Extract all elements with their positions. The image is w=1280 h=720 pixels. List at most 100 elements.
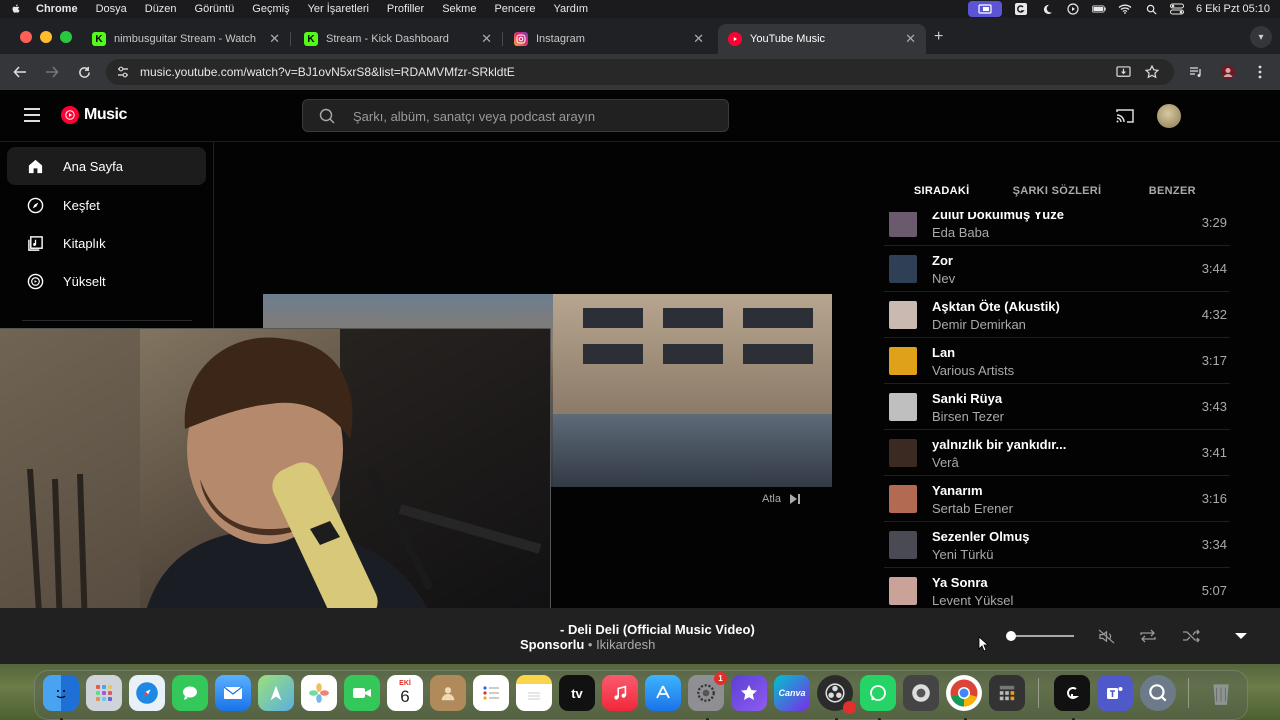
- shuffle-icon[interactable]: [1181, 626, 1201, 646]
- tab-search-chevron-icon[interactable]: ▾: [1250, 26, 1272, 48]
- queue-item-artist[interactable]: Birsen Tezer: [932, 409, 1004, 424]
- menu-goruntu[interactable]: Görüntü: [195, 3, 235, 15]
- back-button[interactable]: [10, 62, 30, 82]
- queue-item-artist[interactable]: Verâ: [932, 455, 959, 470]
- queue-item[interactable]: Yanarım Sertab Erener 3:16: [884, 476, 1230, 522]
- tab-youtube-music[interactable]: YouTube Music ✕: [718, 24, 926, 54]
- calculator-icon[interactable]: [989, 675, 1025, 711]
- new-tab-button[interactable]: +: [934, 28, 943, 46]
- menu-gecmis[interactable]: Geçmiş: [252, 3, 289, 15]
- volume-slider[interactable]: [1006, 631, 1074, 641]
- notes-icon[interactable]: [516, 675, 552, 711]
- queue-item[interactable]: Zor Nev 3:44: [884, 246, 1230, 292]
- tab-nimbusguitar-stream[interactable]: K nimbusguitar Stream - Watch ✕: [82, 24, 290, 54]
- queue-item[interactable]: Ya Sonra Levent Yüksel 5:07: [884, 568, 1230, 608]
- logitech-icon[interactable]: [1054, 675, 1090, 711]
- battery-icon[interactable]: [1092, 3, 1106, 15]
- close-tab-icon[interactable]: ✕: [693, 31, 704, 47]
- photos-icon[interactable]: [301, 675, 337, 711]
- address-bar[interactable]: music.youtube.com/watch?v=BJ1ovN5xrS8&li…: [106, 59, 1174, 85]
- more-menu-icon[interactable]: [1250, 62, 1270, 82]
- profile-avatar-icon[interactable]: [1218, 62, 1238, 82]
- menu-duzen[interactable]: Düzen: [145, 3, 177, 15]
- zoom-window-button[interactable]: [60, 31, 72, 43]
- sidebar-item-yukselt[interactable]: Yükselt: [7, 262, 206, 300]
- menu-yer-isaretleri[interactable]: Yer İşaretleri: [308, 3, 369, 15]
- finder-icon[interactable]: [43, 675, 79, 711]
- queue-item[interactable]: Sezenler Olmuş Yeni Türkü 3:34: [884, 522, 1230, 568]
- moon-icon[interactable]: [1040, 3, 1054, 15]
- sidebar-item-kesfet[interactable]: Keşfet: [7, 186, 206, 224]
- skip-ad-button[interactable]: Atla: [762, 493, 801, 505]
- apple-icon[interactable]: [10, 3, 22, 15]
- control-center-icon[interactable]: [1170, 3, 1184, 15]
- logitech-menubar-icon[interactable]: [1014, 3, 1028, 15]
- queue-item-artist[interactable]: Sertab Erener: [932, 501, 1013, 516]
- facetime-icon[interactable]: [344, 675, 380, 711]
- chrome-icon[interactable]: [946, 675, 982, 711]
- search-icon[interactable]: [319, 108, 335, 124]
- quicktime-icon[interactable]: [1140, 675, 1176, 711]
- menu-profiller[interactable]: Profiller: [387, 3, 424, 15]
- menu-dosya[interactable]: Dosya: [96, 3, 127, 15]
- teams-icon[interactable]: [1097, 675, 1133, 711]
- ytmusic-logo[interactable]: Music: [61, 106, 127, 124]
- forward-button[interactable]: [42, 62, 62, 82]
- queue-item[interactable]: yalnızlık bir yankıdır... Verâ 3:41: [884, 430, 1230, 476]
- minimize-window-button[interactable]: [40, 31, 52, 43]
- menu-app-name[interactable]: Chrome: [36, 3, 78, 15]
- messages-icon[interactable]: [172, 675, 208, 711]
- menu-pencere[interactable]: Pencere: [494, 3, 535, 15]
- repeat-icon[interactable]: [1138, 626, 1158, 646]
- spotlight-search-icon[interactable]: [1144, 3, 1158, 15]
- sidebar-item-kitaplik[interactable]: Kitaplık: [7, 224, 206, 262]
- close-tab-icon[interactable]: ✕: [905, 31, 916, 47]
- search-box[interactable]: [302, 99, 729, 132]
- now-playing-title[interactable]: - Deli Deli (Official Music Video): [560, 622, 755, 637]
- search-input[interactable]: [353, 107, 713, 125]
- close-window-button[interactable]: [20, 31, 32, 43]
- sidebar-item-ana-sayfa[interactable]: Ana Sayfa: [7, 147, 206, 185]
- calendar-icon[interactable]: EKİ 6: [387, 675, 423, 711]
- queue-item-artist[interactable]: Eda Baba: [932, 225, 989, 240]
- queue-item[interactable]: Lan Various Artists 3:17: [884, 338, 1230, 384]
- imovie-icon[interactable]: [731, 675, 767, 711]
- queue-item-artist[interactable]: Nev: [932, 271, 955, 286]
- cast-icon[interactable]: [1115, 107, 1135, 125]
- reload-button[interactable]: [74, 62, 94, 82]
- whatsapp-icon[interactable]: [860, 675, 896, 711]
- app-store-icon[interactable]: [645, 675, 681, 711]
- system-settings-icon[interactable]: 1: [688, 672, 727, 711]
- contacts-icon[interactable]: [430, 675, 466, 711]
- queue-item-artist[interactable]: Demir Demirkan: [932, 317, 1026, 332]
- reminders-icon[interactable]: [473, 675, 509, 711]
- queue-item-artist[interactable]: Levent Yüksel: [932, 593, 1013, 608]
- tab-instagram[interactable]: Instagram ✕: [504, 24, 714, 54]
- apple-tv-icon[interactable]: tv: [559, 675, 595, 711]
- tab-benzer[interactable]: BENZER: [1115, 180, 1230, 210]
- channel-name[interactable]: • Ikikardesh: [588, 637, 655, 652]
- queue-item[interactable]: Aşktan Öte (Akustik) Demir Demirkan 4:32: [884, 292, 1230, 338]
- volume-knob[interactable]: [1006, 631, 1016, 641]
- maps-icon[interactable]: [258, 675, 294, 711]
- safari-icon[interactable]: [129, 675, 165, 711]
- obs-icon[interactable]: [817, 675, 856, 714]
- play-circle-icon[interactable]: [1066, 3, 1080, 15]
- media-controls-icon[interactable]: [1186, 62, 1206, 82]
- expand-player-chevron-icon[interactable]: [1231, 626, 1251, 646]
- mail-icon[interactable]: [215, 675, 251, 711]
- bookmark-star-icon[interactable]: [1142, 62, 1162, 82]
- menu-yardim[interactable]: Yardım: [553, 3, 588, 15]
- tab-siradaki[interactable]: SIRADAKİ: [884, 180, 999, 210]
- menubar-clock[interactable]: 6 Eki Pzt 05:10: [1196, 3, 1270, 15]
- tab-sarki-sozleri[interactable]: ŞARKI SÖZLERİ: [999, 180, 1114, 210]
- queue-item-artist[interactable]: Various Artists: [932, 363, 1014, 378]
- canva-icon[interactable]: Canva: [774, 675, 810, 711]
- aperture-icon[interactable]: [903, 675, 939, 711]
- queue-item[interactable]: Zulüf Dökülmüş Yüze Eda Baba 3:29: [884, 212, 1230, 246]
- site-settings-icon[interactable]: [116, 65, 130, 79]
- screen-mirror-icon[interactable]: [968, 1, 1002, 17]
- close-tab-icon[interactable]: ✕: [481, 31, 492, 47]
- install-app-icon[interactable]: [1113, 62, 1133, 82]
- hamburger-menu-icon[interactable]: [24, 108, 40, 122]
